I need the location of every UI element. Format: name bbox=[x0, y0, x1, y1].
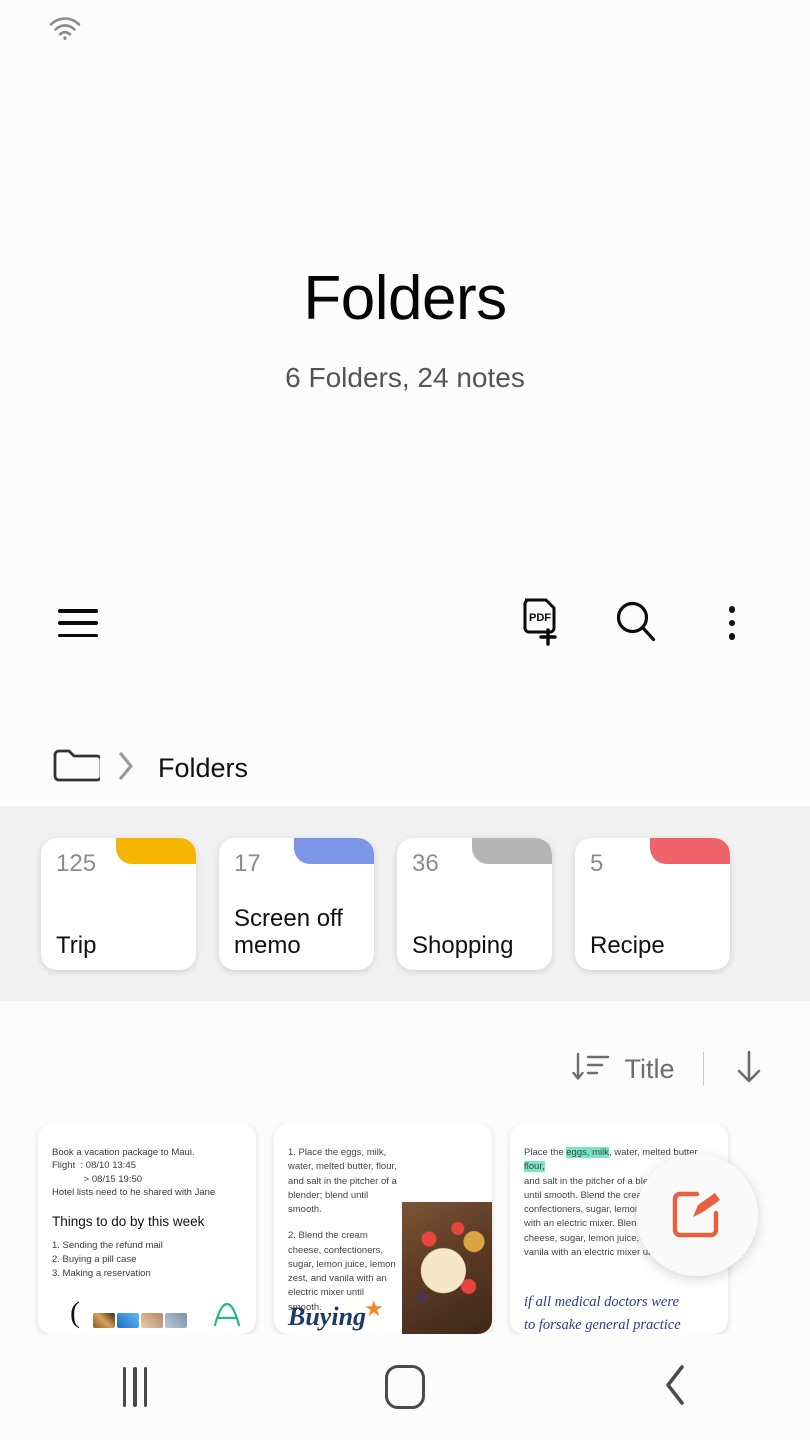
arrow-down-icon bbox=[732, 1050, 766, 1091]
folder-tab-color bbox=[294, 837, 374, 864]
back-icon bbox=[661, 1362, 689, 1413]
handwriting-text: Buying bbox=[288, 1302, 367, 1331]
folder-note-count: 5 bbox=[590, 849, 604, 877]
note-text-line: Book a vacation package to Maui. bbox=[52, 1147, 195, 1158]
pdf-add-icon: PDF bbox=[518, 596, 562, 651]
breadcrumb-chevron-icon bbox=[116, 750, 136, 787]
sort-direction-button[interactable] bbox=[732, 1047, 766, 1092]
notes-app-screen: Folders 6 Folders, 24 notes PDF Folders … bbox=[0, 0, 810, 1440]
home-button[interactable] bbox=[270, 1334, 540, 1440]
folder-card-trip[interactable]: 125 Trip bbox=[41, 837, 196, 970]
handwriting-line: to forsake general practice bbox=[524, 1316, 681, 1333]
folder-note-count: 125 bbox=[56, 849, 97, 877]
handwriting-block: if all medical doctors were to forsake g… bbox=[524, 1291, 722, 1334]
thumbnail-image bbox=[165, 1313, 187, 1328]
page-title: Folders bbox=[303, 264, 507, 333]
wifi-icon bbox=[48, 15, 82, 41]
more-options-button[interactable] bbox=[702, 593, 762, 653]
folder-tab-color bbox=[472, 837, 552, 864]
thumbnail-image bbox=[141, 1313, 163, 1328]
handwriting-line: if all medical doctors were bbox=[524, 1294, 679, 1311]
pdf-import-button[interactable]: PDF bbox=[510, 593, 570, 653]
thumbnail-image bbox=[93, 1313, 115, 1328]
recents-button[interactable] bbox=[0, 1334, 270, 1440]
breadcrumb[interactable]: Folders bbox=[0, 738, 810, 798]
thumbnail-image bbox=[117, 1313, 139, 1328]
compose-note-fab[interactable] bbox=[636, 1154, 758, 1276]
folder-note-count: 36 bbox=[412, 849, 439, 877]
folder-card-screen-off-memo[interactable]: 17 Screen off memo bbox=[219, 837, 374, 970]
folder-tab-color bbox=[116, 837, 196, 864]
sort-icon bbox=[572, 1050, 610, 1089]
sort-bar: Title bbox=[0, 1035, 810, 1103]
folder-name: Shopping bbox=[412, 931, 514, 959]
star-icon: ★ bbox=[364, 1296, 384, 1321]
folders-strip: 125 Trip 17 Screen off memo 36 Shopping … bbox=[0, 806, 810, 1001]
note-card[interactable]: 1. Place the eggs, milk, water, melted b… bbox=[274, 1124, 492, 1334]
search-icon bbox=[613, 598, 659, 649]
toolbar: PDF bbox=[0, 585, 810, 661]
note-text-pre: Place the bbox=[524, 1147, 567, 1158]
folder-note-count: 17 bbox=[234, 849, 261, 877]
breadcrumb-label: Folders bbox=[158, 752, 249, 783]
sort-divider bbox=[702, 1052, 704, 1086]
note-list-item: 1. Sending the refund mail bbox=[52, 1239, 163, 1251]
note-list-item: 3. Making a reservation bbox=[52, 1268, 151, 1280]
note-text-line: Hotel lists need to he shared with Jane bbox=[52, 1187, 216, 1199]
hamburger-menu-button[interactable] bbox=[48, 593, 108, 653]
folder-card-recipe[interactable]: 5 Recipe bbox=[575, 837, 730, 970]
svg-text:PDF: PDF bbox=[529, 612, 551, 624]
note-heading: Things to do by this week bbox=[52, 1213, 205, 1229]
highlighted-text: flour, bbox=[524, 1161, 545, 1173]
folder-tab-color bbox=[650, 837, 730, 864]
sort-by-button[interactable]: Title bbox=[572, 1050, 675, 1089]
note-text-line: > 08/15 19:50 bbox=[52, 1173, 143, 1185]
system-navigation-bar bbox=[0, 1334, 810, 1440]
folder-icon bbox=[52, 747, 103, 790]
note-paragraph: 1. Place the eggs, milk, water, melted b… bbox=[288, 1147, 397, 1215]
note-thumbnail-strip bbox=[93, 1313, 187, 1328]
handwriting-mark: ( bbox=[70, 1296, 80, 1329]
home-icon bbox=[385, 1365, 425, 1409]
status-bar bbox=[0, 0, 810, 56]
note-embedded-image bbox=[402, 1202, 492, 1334]
sort-label: Title bbox=[624, 1053, 675, 1084]
highlighted-text: eggs, milk bbox=[566, 1147, 610, 1158]
compose-note-icon bbox=[669, 1185, 725, 1246]
folder-name: Recipe bbox=[590, 931, 665, 959]
page-subtitle: 6 Folders, 24 notes bbox=[285, 362, 525, 393]
folder-name: Trip bbox=[56, 931, 97, 959]
search-button[interactable] bbox=[606, 593, 666, 653]
folder-card-shopping[interactable]: 36 Shopping bbox=[397, 837, 552, 970]
handwriting-green-mark bbox=[210, 1301, 244, 1332]
note-card[interactable]: Book a vacation package to Maui. Flight … bbox=[38, 1124, 256, 1334]
recents-icon bbox=[122, 1367, 148, 1407]
header-block: Folders 6 Folders, 24 notes bbox=[0, 268, 810, 394]
note-text-line: Flight : 08/10 13:45 bbox=[52, 1160, 136, 1172]
more-options-icon bbox=[728, 606, 736, 640]
folder-name: Screen off memo bbox=[234, 904, 343, 959]
note-list-item: 2. Buying a pill case bbox=[52, 1254, 137, 1266]
back-button[interactable] bbox=[540, 1334, 810, 1440]
hamburger-menu-icon bbox=[58, 609, 98, 637]
